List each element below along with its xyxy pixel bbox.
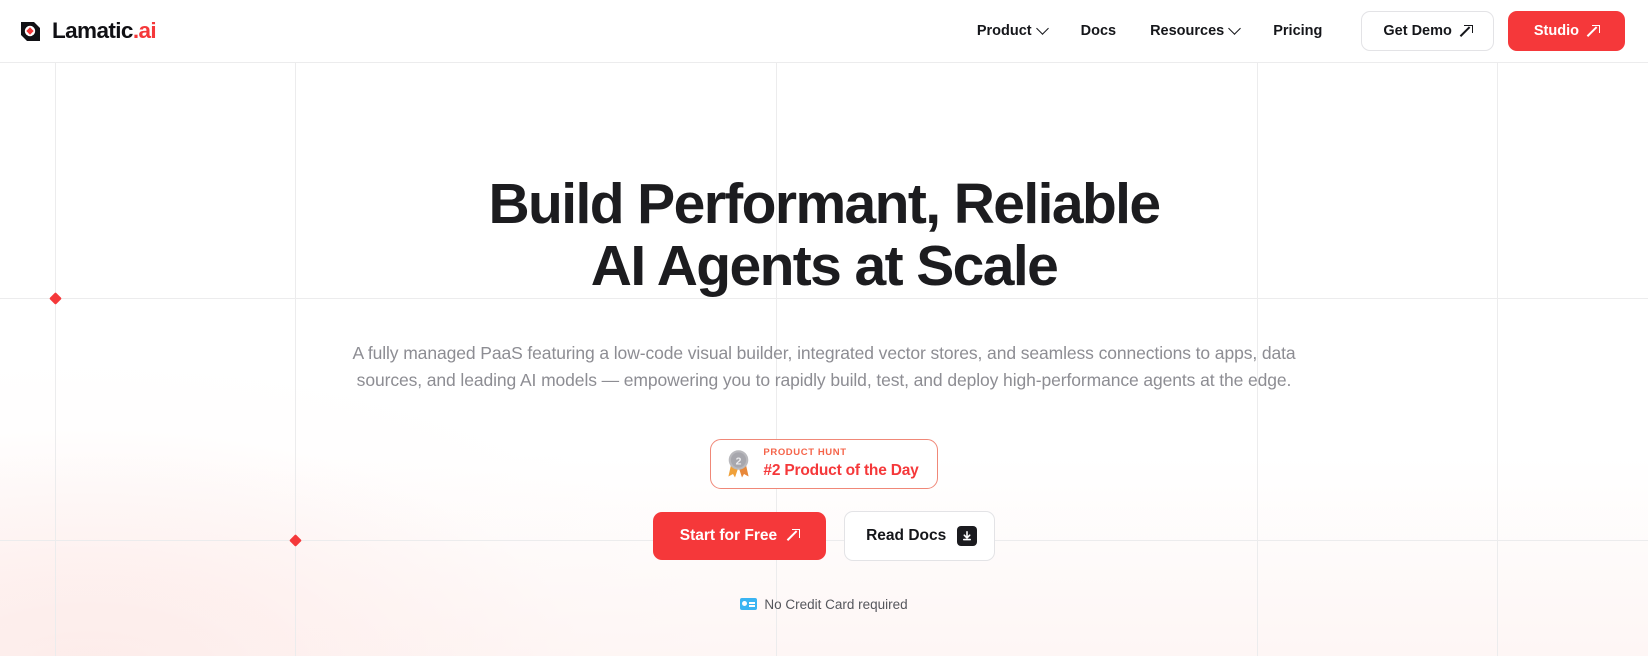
- arrow-up-right-icon: [1461, 24, 1473, 37]
- lamatic-diamond-logo-icon: [18, 19, 43, 44]
- read-docs-label: Read Docs: [866, 526, 947, 544]
- nav-item-resources[interactable]: Resources: [1133, 15, 1256, 47]
- product-hunt-badge[interactable]: 2 PRODUCT HUNT #2 Product of the Day: [710, 438, 938, 489]
- no-credit-card-note: No Credit Card required: [0, 597, 1648, 612]
- nav-item-label: Pricing: [1273, 23, 1323, 39]
- nav-item-docs[interactable]: Docs: [1064, 15, 1133, 47]
- main-navigation: Product Docs Resources Pricing Get Demo …: [960, 11, 1625, 51]
- product-hunt-title: #2 Product of the Day: [763, 461, 919, 479]
- brand-name: Lamatic.ai: [52, 18, 157, 43]
- start-for-free-button[interactable]: Start for Free: [652, 511, 827, 560]
- studio-button[interactable]: Studio: [1507, 11, 1625, 51]
- product-hunt-kicker: PRODUCT HUNT: [763, 446, 847, 458]
- brand-logo[interactable]: Lamatic.ai: [18, 18, 157, 44]
- medal-award-icon: 2: [725, 449, 752, 479]
- hero-title-line-2: AI Agents at Scale: [590, 233, 1059, 298]
- product-hunt-text-block: PRODUCT HUNT #2 Product of the Day: [763, 446, 919, 480]
- get-demo-label: Get Demo: [1383, 23, 1452, 39]
- no-credit-card-label: No Credit Card required: [764, 596, 908, 612]
- arrow-up-right-icon: [1588, 24, 1600, 37]
- site-header: Lamatic.ai Product Docs Resources Pricin…: [0, 0, 1648, 62]
- credit-card-icon: [740, 598, 758, 611]
- nav-item-label: Resources: [1150, 23, 1225, 39]
- hero-title-line-1: Build Performant, Reliable: [488, 172, 1161, 236]
- chevron-down-icon: [1035, 21, 1049, 35]
- studio-label: Studio: [1533, 23, 1579, 39]
- download-icon: [957, 525, 978, 546]
- hero-subtitle: A fully managed PaaS featuring a low-cod…: [352, 342, 1296, 390]
- svg-text:2: 2: [736, 455, 742, 467]
- arrow-up-right-icon: [788, 529, 801, 541]
- nav-item-pricing[interactable]: Pricing: [1256, 15, 1339, 47]
- nav-item-label: Docs: [1080, 23, 1117, 39]
- start-for-free-label: Start for Free: [679, 526, 778, 544]
- nav-item-label: Product: [976, 23, 1032, 39]
- read-docs-button[interactable]: Read Docs: [844, 510, 996, 561]
- brand-suffix: .ai: [132, 18, 157, 43]
- landing-page: Lamatic.ai Product Docs Resources Pricin…: [0, 0, 1648, 656]
- chevron-down-icon: [1228, 21, 1242, 35]
- product-hunt-badge-wrapper: 2 PRODUCT HUNT #2 Product of the Day: [0, 438, 1648, 489]
- hero-section: Build Performant, Reliable AI Agents at …: [0, 62, 1648, 612]
- page-title: Build Performant, Reliable AI Agents at …: [0, 172, 1648, 298]
- get-demo-button[interactable]: Get Demo: [1361, 11, 1494, 51]
- cta-button-row: Start for Free Read Docs: [0, 510, 1648, 561]
- nav-item-product[interactable]: Product: [960, 15, 1064, 47]
